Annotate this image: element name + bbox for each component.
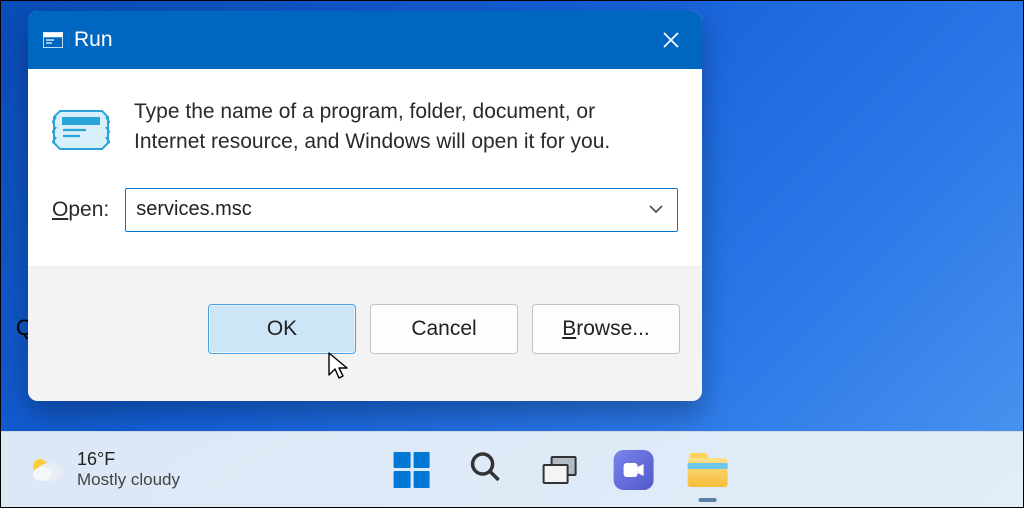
weather-widget[interactable]: 16°F Mostly cloudy <box>29 449 180 491</box>
task-view-button[interactable] <box>538 448 582 492</box>
folder-icon <box>688 453 728 487</box>
dialog-description: Type the name of a program, folder, docu… <box>134 97 678 158</box>
weather-temperature: 16°F <box>77 449 180 471</box>
browse-button[interactable]: Browse... <box>532 304 680 354</box>
open-label: Open: <box>52 198 109 222</box>
taskbar-icons <box>390 448 730 492</box>
weather-icon <box>29 454 65 484</box>
command-input[interactable] <box>125 188 678 232</box>
search-button[interactable] <box>464 448 508 492</box>
search-icon <box>469 450 503 489</box>
windows-logo-icon <box>394 452 430 488</box>
dialog-footer: OK Cancel Browse... <box>28 266 702 401</box>
cancel-button[interactable]: Cancel <box>370 304 518 354</box>
desktop-background: Q Run <box>1 1 1023 507</box>
camera-icon <box>614 450 654 490</box>
dialog-body: Type the name of a program, folder, docu… <box>28 69 702 266</box>
run-graphic-icon <box>52 103 110 151</box>
run-dialog: Run Type the na <box>28 11 702 401</box>
command-input-wrap <box>125 188 678 232</box>
ok-button[interactable]: OK <box>208 304 356 354</box>
task-view-icon <box>543 456 577 484</box>
titlebar[interactable]: Run <box>28 11 702 69</box>
taskbar: 16°F Mostly cloudy <box>1 431 1023 507</box>
chat-button[interactable] <box>612 448 656 492</box>
dialog-title: Run <box>74 28 652 52</box>
run-app-icon <box>42 29 64 51</box>
file-explorer-button[interactable] <box>686 448 730 492</box>
start-button[interactable] <box>390 448 434 492</box>
close-button[interactable] <box>652 21 690 59</box>
weather-condition: Mostly cloudy <box>77 470 180 490</box>
